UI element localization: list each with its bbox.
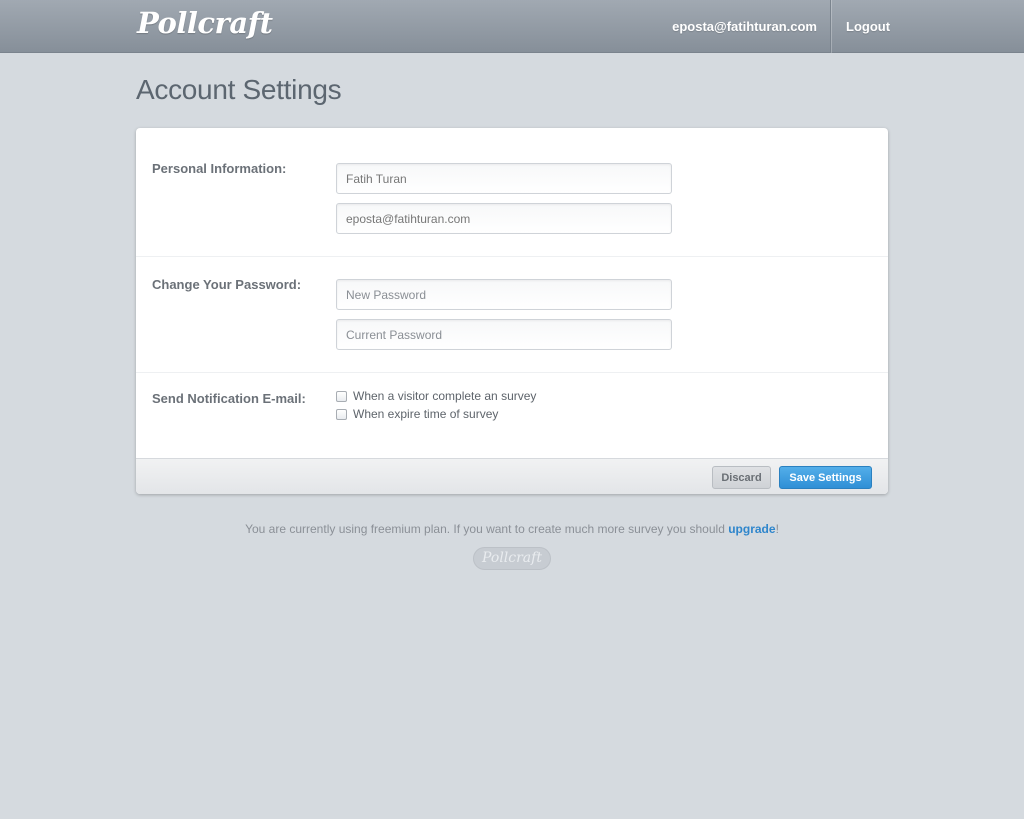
notify-survey-expire-checkbox[interactable] [336, 408, 347, 420]
settings-panel: Personal Information: Change Your Passwo… [136, 128, 888, 494]
change-password-label: Change Your Password: [152, 277, 302, 292]
notify-survey-expire-option[interactable]: When expire time of survey [336, 406, 498, 422]
notify-survey-complete-checkbox[interactable] [336, 390, 347, 402]
save-settings-button[interactable]: Save Settings [779, 466, 872, 489]
notification-email-section: Send Notification E-mail: When a visitor… [136, 373, 888, 458]
current-password-field[interactable] [336, 319, 672, 350]
nav-divider [830, 0, 831, 53]
email-field[interactable] [336, 203, 672, 234]
footer-logo-badge: Pollcraft [473, 547, 551, 570]
new-password-field[interactable] [336, 279, 672, 310]
discard-button[interactable]: Discard [712, 466, 771, 489]
personal-information-label: Personal Information: [152, 161, 287, 176]
plan-notice-end: ! [775, 522, 779, 536]
panel-action-bar: Discard Save Settings [136, 458, 888, 494]
page-title: Account Settings [136, 74, 342, 105]
logout-link[interactable]: Logout [846, 19, 890, 34]
notify-survey-complete-label: When a visitor complete an survey [353, 389, 537, 403]
pollcraft-logo[interactable]: Pollcraft [137, 6, 273, 40]
upgrade-link[interactable]: upgrade [728, 522, 775, 536]
top-navigation-bar: Pollcraft eposta@fatihturan.com Logout [0, 0, 1024, 53]
notification-email-label: Send Notification E-mail: [152, 391, 306, 406]
account-email-link[interactable]: eposta@fatihturan.com [672, 19, 817, 34]
plan-notice: You are currently using freemium plan. I… [0, 522, 1024, 536]
notify-survey-expire-label: When expire time of survey [353, 407, 499, 421]
notify-survey-complete-option[interactable]: When a visitor complete an survey [336, 388, 536, 404]
change-password-section: Change Your Password: [136, 257, 888, 373]
name-field[interactable] [336, 163, 672, 194]
personal-information-section: Personal Information: [136, 128, 888, 257]
plan-notice-text: You are currently using freemium plan. I… [245, 522, 729, 536]
